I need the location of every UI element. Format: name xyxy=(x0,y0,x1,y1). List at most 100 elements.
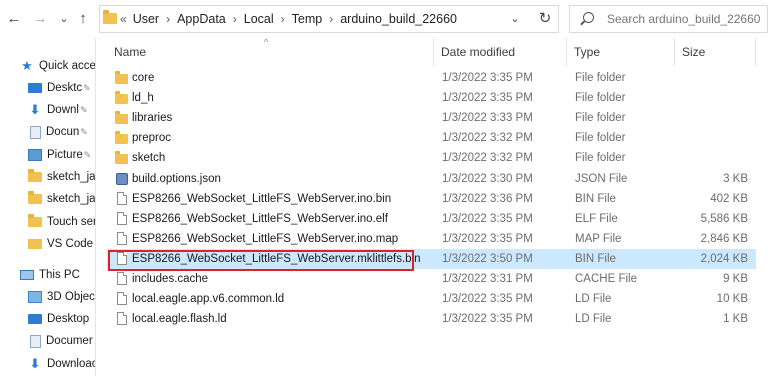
column-header-name[interactable]: Name xyxy=(107,38,434,66)
file-row[interactable]: ESP8266_WebSocket_LittleFS_WebServer.ino… xyxy=(107,229,756,249)
sidebar-item-3d-objects[interactable]: 3D Object xyxy=(28,286,95,308)
file-size: 2,024 KB xyxy=(700,252,748,265)
download-icon: ⬇ xyxy=(29,356,41,371)
json-file-icon xyxy=(116,172,128,185)
folder-icon xyxy=(103,10,117,24)
file-name: ld_h xyxy=(132,92,154,105)
date-modified: 1/3/2022 3:35 PM xyxy=(442,293,533,306)
file-row[interactable]: ESP8266_WebSocket_LittleFS_WebServer.ino… xyxy=(107,189,756,209)
date-modified: 1/3/2022 3:31 PM xyxy=(442,273,533,285)
sidebar-item-sketch-jan-1[interactable]: sketch_jar xyxy=(28,166,95,188)
breadcrumb-overflow[interactable]: « xyxy=(120,12,127,26)
column-headers: ^ Name Date modified Type Size xyxy=(97,37,768,66)
folder-row[interactable]: preproc 1/3/2022 3:32 PM File folder xyxy=(107,128,756,148)
file-row[interactable]: ESP8266_WebSocket_LittleFS_WebServer.mkl… xyxy=(107,248,756,269)
sidebar-item-label: VS Code v xyxy=(47,238,95,250)
file-type: LD File xyxy=(575,313,612,326)
sidebar-item-touch-sensor[interactable]: Touch sen xyxy=(28,211,95,233)
breadcrumb-separator[interactable]: › xyxy=(281,12,285,26)
sidebar-item-sketch-jan-2[interactable]: sketch_jar xyxy=(28,188,95,210)
date-modified: 1/3/2022 3:36 PM xyxy=(442,192,533,205)
breadcrumb-item-user[interactable]: User xyxy=(133,12,159,26)
file-icon xyxy=(117,191,127,205)
refresh-button[interactable]: ↻ xyxy=(532,5,559,33)
sidebar-item-documents-pinned[interactable]: Docun ✎ xyxy=(28,121,88,143)
recent-locations-dropdown[interactable]: ⌄ xyxy=(55,9,73,29)
pictures-icon xyxy=(28,149,42,161)
sidebar-item-label: Downloac xyxy=(47,358,96,370)
date-modified: 1/3/2022 3:35 PM xyxy=(442,232,533,245)
sidebar-item-label: Documer xyxy=(46,335,93,347)
file-name: local.eagle.app.v6.common.ld xyxy=(132,293,285,306)
file-type: File folder xyxy=(575,112,626,125)
address-dropdown-button[interactable]: ⌄ xyxy=(502,6,528,32)
sidebar-item-label: Picture xyxy=(47,149,83,161)
sidebar-item-label: Desktop xyxy=(47,313,90,325)
breadcrumb-separator[interactable]: › xyxy=(166,12,170,26)
search-input[interactable]: Search arduino_build_22660 xyxy=(569,5,768,33)
folder-row[interactable]: core 1/3/2022 3:35 PM File folder xyxy=(107,68,756,88)
date-modified: 1/3/2022 3:30 PM xyxy=(442,172,533,185)
file-size: 10 KB xyxy=(716,293,748,306)
folder-icon xyxy=(115,91,128,105)
search-icon xyxy=(583,12,594,23)
sidebar-item-quick-access[interactable]: ★ Quick acces xyxy=(20,55,95,77)
breadcrumb-item-arduino-build[interactable]: arduino_build_22660 xyxy=(340,12,457,26)
date-modified: 1/3/2022 3:32 PM xyxy=(442,132,533,145)
date-modified: 1/3/2022 3:35 PM xyxy=(442,72,533,84)
document-icon xyxy=(30,125,41,139)
desktop-icon xyxy=(28,83,42,93)
column-header-type[interactable]: Type xyxy=(567,38,675,66)
breadcrumb-item-temp[interactable]: Temp xyxy=(292,12,323,26)
desktop-icon xyxy=(28,314,42,324)
file-type: CACHE File xyxy=(575,273,637,285)
document-icon xyxy=(30,334,41,348)
file-size: 9 KB xyxy=(723,273,748,285)
sidebar-item-desktop[interactable]: Desktop xyxy=(28,308,89,330)
sidebar-item-vs-code[interactable]: VS Code v xyxy=(28,233,95,255)
address-bar[interactable]: « User › AppData › Local › Temp › arduin… xyxy=(99,5,559,33)
file-type: LD File xyxy=(575,293,612,306)
file-name: ESP8266_WebSocket_LittleFS_WebServer.ino… xyxy=(132,192,392,205)
breadcrumb-separator[interactable]: › xyxy=(329,12,333,26)
file-name: ESP8266_WebSocket_LittleFS_WebServer.ino… xyxy=(132,232,399,245)
file-icon xyxy=(117,231,127,245)
sidebar-item-documents[interactable]: Documer xyxy=(28,330,93,352)
file-row[interactable]: local.eagle.flash.ld 1/3/2022 3:35 PM LD F… xyxy=(107,309,756,329)
back-button[interactable]: ← xyxy=(5,9,23,29)
search-placeholder: Search arduino_build_22660 xyxy=(607,12,761,26)
file-size: 402 KB xyxy=(710,192,748,205)
sidebar-item-downloads[interactable]: ⬇ Downloac xyxy=(28,353,96,375)
file-name: sketch xyxy=(132,152,166,165)
file-type: JSON File xyxy=(575,172,628,185)
file-icon xyxy=(117,312,127,326)
sidebar-item-this-pc[interactable]: This PC xyxy=(20,264,80,286)
file-row[interactable]: ESP8266_WebSocket_LittleFS_WebServer.ino… xyxy=(107,209,756,229)
pin-icon: ✎ xyxy=(80,126,88,137)
date-modified: 1/3/2022 3:50 PM xyxy=(442,252,533,265)
file-type: BIN File xyxy=(575,192,616,205)
file-name: preproc xyxy=(132,132,171,145)
sidebar-item-downloads-pinned[interactable]: ⬇ Downl ✎ xyxy=(28,99,88,121)
file-size: 3 KB xyxy=(723,172,748,185)
sidebar-item-pictures-pinned[interactable]: Picture ✎ xyxy=(28,144,91,166)
forward-button[interactable]: → xyxy=(31,9,49,29)
breadcrumb-item-appdata[interactable]: AppData xyxy=(177,12,226,26)
folder-icon xyxy=(115,71,128,84)
up-button[interactable]: ↑ xyxy=(74,9,92,29)
column-header-size[interactable]: Size xyxy=(675,38,756,66)
file-row[interactable]: includes.cache 1/3/2022 3:31 PM CACHE File… xyxy=(107,269,756,289)
breadcrumb-item-local[interactable]: Local xyxy=(244,12,274,26)
column-header-date-modified[interactable]: Date modified xyxy=(434,38,567,66)
folder-row[interactable]: sketch 1/3/2022 3:32 PM File folder xyxy=(107,148,756,168)
folder-row[interactable]: ld_h 1/3/2022 3:35 PM File folder xyxy=(107,88,756,108)
file-type: File folder xyxy=(575,132,626,145)
date-modified: 1/3/2022 3:32 PM xyxy=(442,152,533,165)
folder-icon xyxy=(115,111,128,125)
file-row[interactable]: build.options.json 1/3/2022 3:30 PM JSON F… xyxy=(107,169,756,189)
sidebar-item-desktop-pinned[interactable]: Desktc ✎ xyxy=(28,77,91,99)
folder-row[interactable]: libraries 1/3/2022 3:33 PM File folder xyxy=(107,108,756,128)
breadcrumb-separator[interactable]: › xyxy=(233,12,237,26)
file-name: core xyxy=(132,72,155,84)
file-row[interactable]: local.eagle.app.v6.common.ld 1/3/2022 3:3… xyxy=(107,289,756,309)
